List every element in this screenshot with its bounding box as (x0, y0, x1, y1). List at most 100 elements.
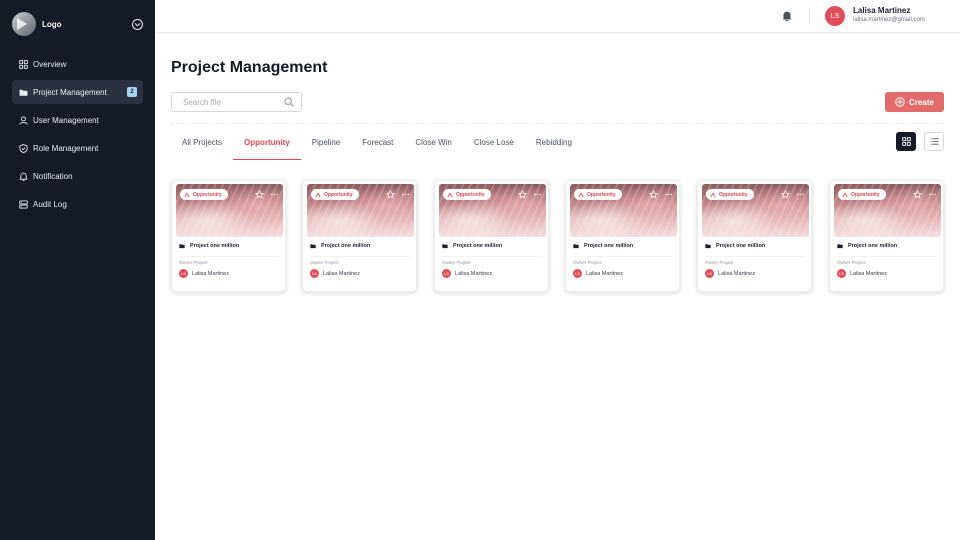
sidebar-item-project-management[interactable]: Project Management 2 (12, 80, 143, 104)
sidebar-item-role-management[interactable]: Role Management (12, 136, 143, 160)
user-icon (19, 115, 28, 125)
folder-icon (705, 244, 711, 249)
tab-rebidding[interactable]: Rebidding (525, 124, 583, 160)
user-name: Lalisa Martinez (853, 6, 911, 15)
status-tabs: All Projects Opportunity Pipeline Foreca… (171, 124, 583, 160)
card-owner: LS Lalisa Martinez (573, 269, 623, 278)
owner-name: Lalisa Martinez (586, 270, 623, 277)
owner-label: Owner Project (705, 260, 734, 265)
avatar: LS (310, 269, 319, 278)
grid-icon (19, 59, 28, 69)
list-view-button[interactable] (924, 132, 944, 151)
card-owner: LS Lalisa Martinez (837, 269, 887, 278)
opportunity-icon (578, 192, 584, 197)
folder-icon (310, 244, 316, 249)
card-title: Project one million (179, 241, 279, 251)
project-card[interactable]: Opportunity Project one million Owner Pr… (434, 180, 549, 292)
star-icon[interactable] (255, 190, 264, 199)
project-card[interactable]: Opportunity Project one million Owner Pr… (829, 180, 944, 292)
status-badge-label: Opportunity (456, 191, 485, 198)
card-divider (310, 256, 410, 257)
tab-forecast[interactable]: Forecast (351, 124, 404, 160)
opportunity-icon (315, 192, 321, 197)
owner-name: Lalisa Martinez (455, 270, 492, 277)
more-icon[interactable] (270, 190, 279, 199)
owner-label: Owner Project (442, 260, 471, 265)
more-icon[interactable] (796, 190, 805, 199)
create-button[interactable]: Create (885, 92, 944, 112)
owner-label: Owner Project (179, 260, 208, 265)
tab-pipeline[interactable]: Pipeline (301, 124, 351, 160)
sidebar-item-label: Project Management (33, 87, 107, 97)
card-cover-image: Opportunity (307, 184, 414, 237)
sidebar-item-audit-log[interactable]: Audit Log (12, 192, 143, 216)
more-icon[interactable] (928, 190, 937, 199)
search-box[interactable] (171, 92, 302, 112)
sidebar-item-notification[interactable]: Notification (12, 164, 143, 188)
sidebar-item-label: User Management (33, 115, 99, 125)
tab-all-projects[interactable]: All Projects (171, 124, 233, 160)
opportunity-icon (842, 192, 848, 197)
search-input[interactable] (183, 97, 273, 107)
top-header: LS Lalisa Martinez lalisa.martinez@gmail… (155, 0, 960, 33)
plus-circle-icon (895, 97, 905, 107)
avatar: LS (705, 269, 714, 278)
star-icon[interactable] (386, 190, 395, 199)
star-icon[interactable] (518, 190, 527, 199)
sidebar-item-user-management[interactable]: User Management (12, 108, 143, 132)
sidebar-nav: Overview Project Management 2 User Manag… (12, 52, 143, 220)
card-title: Project one million (573, 241, 673, 251)
opportunity-icon (184, 192, 190, 197)
tab-close-lose[interactable]: Close Lose (463, 124, 525, 160)
avatar[interactable]: LS (825, 6, 845, 26)
list-icon (930, 138, 939, 145)
notification-bell-icon[interactable] (781, 10, 793, 22)
folder-icon (442, 244, 448, 249)
logo-icon (12, 12, 36, 36)
star-icon[interactable] (913, 190, 922, 199)
card-owner: LS Lalisa Martinez (179, 269, 229, 278)
sidebar-item-overview[interactable]: Overview (12, 52, 143, 76)
owner-name: Lalisa Martinez (323, 270, 360, 277)
more-icon[interactable] (533, 190, 542, 199)
card-divider (179, 256, 279, 257)
card-cover-image: Opportunity (702, 184, 809, 237)
card-cover-image: Opportunity (176, 184, 283, 237)
tab-opportunity[interactable]: Opportunity (233, 124, 301, 160)
project-card[interactable]: Opportunity Project one million Owner Pr… (302, 180, 417, 292)
star-icon[interactable] (781, 190, 790, 199)
more-icon[interactable] (401, 190, 410, 199)
owner-name: Lalisa Martinez (718, 270, 755, 277)
grid-icon (901, 137, 911, 146)
opportunity-icon (447, 192, 453, 197)
opportunity-icon (710, 192, 716, 197)
card-title-text: Project one million (321, 243, 371, 249)
status-badge: Opportunity (443, 189, 491, 200)
chevron-down-icon[interactable] (132, 18, 143, 30)
status-badge-label: Opportunity (719, 191, 748, 198)
status-badge: Opportunity (180, 189, 228, 200)
card-title: Project one million (705, 241, 805, 251)
status-badge: Opportunity (838, 189, 886, 200)
search-icon[interactable] (284, 97, 294, 107)
card-cover-image: Opportunity (570, 184, 677, 237)
card-title-text: Project one million (190, 243, 240, 249)
card-owner: LS Lalisa Martinez (442, 269, 492, 278)
sidebar-item-label: Notification (33, 171, 73, 181)
project-card[interactable]: Opportunity Project one million Owner Pr… (171, 180, 286, 292)
avatar: LS (179, 269, 188, 278)
star-icon[interactable] (649, 190, 658, 199)
folder-icon (19, 89, 28, 96)
grid-view-button[interactable] (896, 132, 916, 151)
tab-close-win[interactable]: Close Win (404, 124, 462, 160)
more-icon[interactable] (664, 190, 673, 199)
user-email: lalisa.martinez@gmail.com (853, 17, 925, 23)
project-card[interactable]: Opportunity Project one million Owner Pr… (697, 180, 812, 292)
status-badge-label: Opportunity (193, 191, 222, 198)
card-title: Project one million (837, 241, 937, 251)
card-owner: LS Lalisa Martinez (705, 269, 755, 278)
sidebar-item-label: Overview (33, 59, 67, 69)
sidebar-item-label: Role Management (33, 143, 99, 153)
card-divider (705, 256, 805, 257)
project-card[interactable]: Opportunity Project one million Owner Pr… (565, 180, 680, 292)
